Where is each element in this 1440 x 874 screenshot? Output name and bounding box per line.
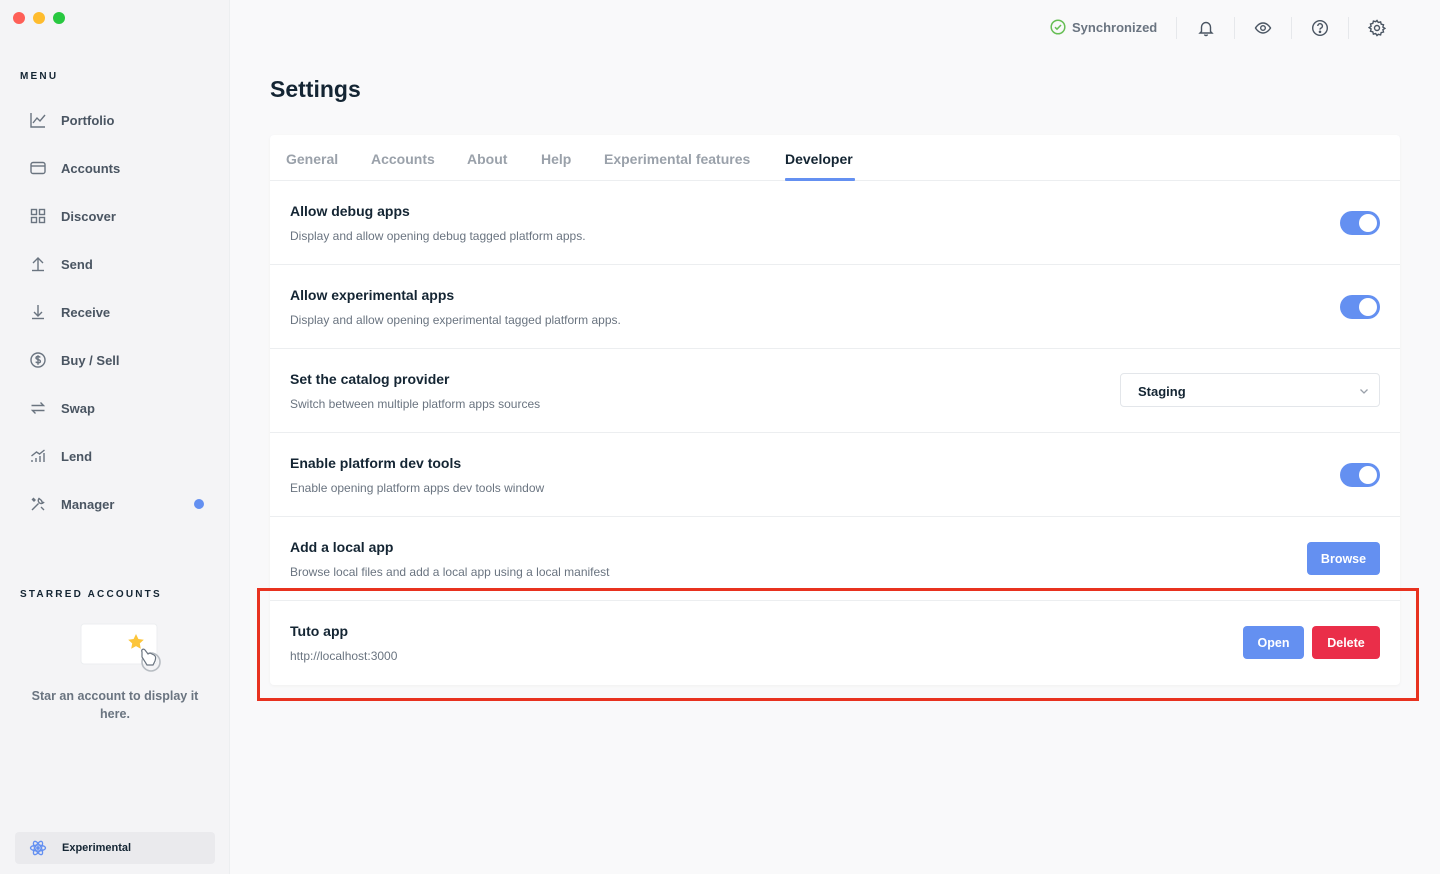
starred-accounts-illustration bbox=[80, 623, 161, 672]
catalog-provider-select[interactable]: Staging bbox=[1120, 373, 1380, 407]
divider bbox=[1234, 17, 1235, 39]
minimize-window-button[interactable] bbox=[33, 12, 45, 24]
bell-icon[interactable] bbox=[1196, 18, 1216, 38]
sync-status[interactable]: Synchronized bbox=[1050, 19, 1157, 35]
sidebar-item-swap[interactable]: Swap bbox=[0, 384, 230, 432]
sidebar-item-portfolio[interactable]: Portfolio bbox=[0, 96, 230, 144]
sidebar-item-label: Accounts bbox=[61, 160, 121, 176]
setting-title: Add a local app bbox=[290, 539, 394, 555]
setting-description: Display and allow opening experimental t… bbox=[290, 313, 621, 327]
divider bbox=[1348, 17, 1349, 39]
tab-accounts[interactable]: Accounts bbox=[371, 151, 435, 167]
dev-tools-toggle[interactable] bbox=[1340, 463, 1380, 487]
check-circle-icon bbox=[1050, 19, 1066, 35]
sidebar-item-label: Receive bbox=[61, 304, 111, 320]
sidebar-item-label: Lend bbox=[61, 448, 93, 464]
help-icon[interactable] bbox=[1310, 18, 1330, 38]
swap-arrows-icon bbox=[29, 399, 47, 417]
setting-title: Allow debug apps bbox=[290, 203, 410, 219]
sidebar-item-manager[interactable]: Manager bbox=[0, 480, 230, 528]
eye-icon[interactable] bbox=[1253, 18, 1273, 38]
tab-help[interactable]: Help bbox=[541, 151, 571, 167]
tab-general[interactable]: General bbox=[286, 151, 338, 167]
dollar-circle-icon bbox=[29, 351, 47, 369]
sidebar-menu: Portfolio Accounts Discover Send Receive bbox=[0, 96, 230, 528]
sidebar-item-accounts[interactable]: Accounts bbox=[0, 144, 230, 192]
setting-title: Enable platform dev tools bbox=[290, 455, 462, 471]
sidebar-item-label: Swap bbox=[61, 400, 95, 416]
zoom-window-button[interactable] bbox=[53, 12, 65, 24]
tab-about[interactable]: About bbox=[467, 151, 507, 167]
local-app-name: Tuto app bbox=[290, 623, 349, 639]
sidebar-item-label: Discover bbox=[61, 208, 116, 224]
divider bbox=[1176, 17, 1177, 39]
arrow-up-icon bbox=[29, 255, 47, 273]
starred-accounts-title: STARRED ACCOUNTS bbox=[20, 589, 162, 600]
sidebar-item-label: Manager bbox=[61, 496, 115, 512]
arrow-down-icon bbox=[29, 303, 47, 321]
menu-title: MENU bbox=[20, 71, 59, 82]
sidebar-item-discover[interactable]: Discover bbox=[0, 192, 230, 240]
setting-row-experimental-apps: Allow experimental apps Display and allo… bbox=[270, 265, 1400, 349]
wallet-icon bbox=[29, 159, 47, 177]
selected-value: Staging bbox=[1138, 384, 1186, 399]
setting-row-debug-apps: Allow debug apps Display and allow openi… bbox=[270, 181, 1400, 265]
local-app-row-tuto: Tuto app http://localhost:3000 Open Dele… bbox=[270, 601, 1400, 685]
sidebar: MENU Portfolio Accounts Discover Send Re… bbox=[0, 0, 230, 874]
settings-tabs: General Accounts About Help Experimental… bbox=[270, 135, 1400, 181]
settings-card: General Accounts About Help Experimental… bbox=[270, 135, 1400, 685]
setting-description: Switch between multiple platform apps so… bbox=[290, 397, 541, 411]
debug-apps-toggle[interactable] bbox=[1340, 211, 1380, 235]
chevron-down-icon bbox=[1360, 389, 1368, 394]
tab-experimental-features[interactable]: Experimental features bbox=[604, 151, 750, 167]
sidebar-item-receive[interactable]: Receive bbox=[0, 288, 230, 336]
top-bar: Synchronized bbox=[230, 0, 1440, 56]
divider bbox=[1291, 17, 1292, 39]
sidebar-item-label: Portfolio bbox=[61, 112, 115, 128]
chart-line-icon bbox=[29, 111, 47, 129]
starred-empty-text: Star an account to display it here. bbox=[31, 689, 199, 721]
tab-developer[interactable]: Developer bbox=[785, 151, 853, 167]
window-controls bbox=[13, 12, 65, 24]
experimental-button[interactable]: Experimental bbox=[15, 832, 215, 864]
browse-button[interactable]: Browse bbox=[1307, 542, 1380, 575]
atom-icon bbox=[29, 839, 47, 857]
setting-title: Set the catalog provider bbox=[290, 371, 450, 387]
grid-icon bbox=[29, 207, 47, 225]
sidebar-item-buy-sell[interactable]: Buy / Sell bbox=[0, 336, 230, 384]
tools-icon bbox=[29, 495, 47, 513]
sync-status-label: Synchronized bbox=[1072, 19, 1158, 35]
setting-title: Allow experimental apps bbox=[290, 287, 455, 303]
setting-row-catalog-provider: Set the catalog provider Switch between … bbox=[270, 349, 1400, 433]
setting-description: Enable opening platform apps dev tools w… bbox=[290, 481, 545, 495]
experimental-label: Experimental bbox=[62, 842, 132, 854]
sidebar-item-lend[interactable]: Lend bbox=[0, 432, 230, 480]
open-button[interactable]: Open bbox=[1243, 626, 1304, 659]
setting-description: Browse local files and add a local app u… bbox=[290, 565, 610, 579]
experimental-apps-toggle[interactable] bbox=[1340, 295, 1380, 319]
local-app-url: http://localhost:3000 bbox=[290, 649, 398, 663]
sidebar-item-send[interactable]: Send bbox=[0, 240, 230, 288]
delete-button[interactable]: Delete bbox=[1312, 626, 1380, 659]
gear-icon[interactable] bbox=[1367, 18, 1387, 38]
setting-row-local-app: Add a local app Browse local files and a… bbox=[270, 517, 1400, 601]
notification-dot bbox=[194, 499, 204, 509]
setting-row-dev-tools: Enable platform dev tools Enable opening… bbox=[270, 433, 1400, 517]
close-window-button[interactable] bbox=[13, 12, 25, 24]
page-title: Settings bbox=[270, 76, 361, 102]
setting-description: Display and allow opening debug tagged p… bbox=[290, 229, 586, 243]
lend-chart-icon bbox=[29, 447, 47, 465]
sidebar-item-label: Buy / Sell bbox=[61, 352, 120, 368]
sidebar-item-label: Send bbox=[61, 256, 93, 272]
